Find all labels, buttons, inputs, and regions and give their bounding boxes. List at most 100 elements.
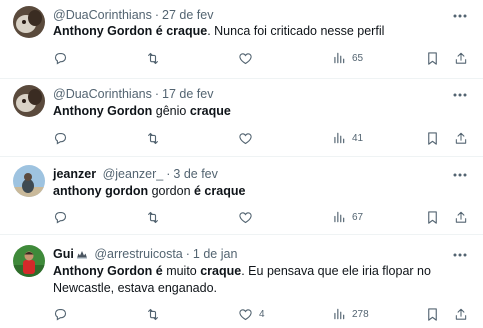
- date[interactable]: 3 de fev: [173, 167, 217, 181]
- separator: ·: [154, 87, 160, 101]
- bookmark-button[interactable]: [426, 50, 439, 66]
- handle[interactable]: @arrestruicosta: [94, 247, 182, 261]
- share-button[interactable]: [454, 50, 468, 66]
- tweet-actions: 67: [53, 209, 473, 225]
- display-name[interactable]: jeanzer: [53, 167, 96, 181]
- handle[interactable]: @jeanzer_: [103, 167, 164, 181]
- bookmark-icon: [428, 131, 437, 145]
- date[interactable]: 1 de jan: [193, 247, 237, 261]
- tweet-header: @DuaCorinthians · 17 de fev: [53, 87, 213, 101]
- like-button[interactable]: [238, 50, 259, 66]
- reply-button[interactable]: [53, 50, 68, 66]
- retweet-icon: [148, 132, 158, 144]
- avatar[interactable]: [13, 6, 45, 38]
- view-count: 65: [352, 52, 364, 64]
- share-icon: [455, 211, 467, 223]
- share-button[interactable]: [454, 130, 468, 146]
- highlight: é craque: [155, 24, 208, 38]
- text: gordon: [148, 184, 194, 198]
- heart-icon: [239, 308, 252, 320]
- tweet[interactable]: jeanzer @jeanzer_ · 3 de fev anthony gordo…: [0, 157, 483, 235]
- retweet-icon: [148, 211, 158, 223]
- reply-icon: [54, 211, 67, 223]
- views-button[interactable]: 278: [332, 306, 369, 322]
- share-button[interactable]: [454, 209, 468, 225]
- tweet[interactable]: @DuaCorinthians · 17 de fev Anthony Gordon…: [0, 79, 483, 157]
- views-chart-icon: [334, 308, 345, 320]
- avatar[interactable]: [13, 245, 45, 277]
- highlight: Anthony Gordon é: [53, 264, 163, 278]
- share-icon: [455, 52, 467, 64]
- highlight: Anthony Gordon: [53, 24, 153, 38]
- retweet-icon: [148, 308, 158, 320]
- views-chart-icon: [334, 52, 345, 64]
- views-chart-icon: [334, 132, 345, 144]
- more-dots-icon[interactable]: [453, 248, 467, 262]
- tweet-actions: 41: [53, 130, 473, 146]
- avatar[interactable]: [13, 165, 45, 197]
- highlight: Anthony Gordon: [53, 104, 153, 118]
- bookmark-button[interactable]: [426, 130, 439, 146]
- view-count: 41: [352, 132, 364, 144]
- reply-icon: [54, 132, 67, 144]
- bookmark-button[interactable]: [426, 306, 439, 322]
- date[interactable]: 27 de fev: [162, 8, 213, 22]
- retweet-button[interactable]: [145, 209, 161, 225]
- bookmark-icon: [428, 307, 437, 321]
- more-dots-icon[interactable]: [453, 9, 467, 23]
- display-name[interactable]: Gui: [53, 247, 88, 261]
- separator: ·: [154, 8, 160, 22]
- tweet-text: Anthony Gordon gênio craque: [53, 103, 463, 120]
- bookmark-button[interactable]: [426, 209, 439, 225]
- tweet-text: Anthony Gordon é muito craque. Eu pensav…: [53, 263, 463, 297]
- like-button[interactable]: 4: [238, 306, 265, 322]
- share-icon: [455, 308, 467, 320]
- text: muito: [162, 264, 201, 278]
- tweet-text: anthony gordon gordon é craque: [53, 183, 463, 200]
- highlight: craque: [189, 104, 231, 118]
- views-button[interactable]: 65: [332, 50, 363, 66]
- tweet-text: Anthony Gordon é craque. Nunca foi criti…: [53, 23, 463, 40]
- tweet-header: @DuaCorinthians · 27 de fev: [53, 8, 213, 22]
- tweet-header: Gui @arrestruicosta · 1 de jan: [53, 247, 237, 261]
- views-button[interactable]: 41: [332, 130, 363, 146]
- handle[interactable]: @DuaCorinthians: [53, 8, 152, 22]
- tweet[interactable]: Gui @arrestruicosta · 1 de jan Anthony Gor…: [0, 235, 483, 328]
- bookmark-icon: [428, 51, 437, 65]
- retweet-button[interactable]: [145, 130, 161, 146]
- views-button[interactable]: 67: [332, 209, 363, 225]
- like-count: 4: [259, 308, 265, 320]
- reply-button[interactable]: [53, 209, 68, 225]
- retweet-button[interactable]: [145, 306, 161, 322]
- emoji-icon: [76, 251, 87, 259]
- reply-button[interactable]: [53, 306, 68, 322]
- avatar[interactable]: [13, 85, 45, 117]
- tweet[interactable]: @DuaCorinthians · 27 de fev Anthony Gordon…: [0, 0, 483, 79]
- heart-icon: [239, 211, 252, 223]
- more-dots-icon[interactable]: [453, 168, 467, 182]
- tweet-feed: @DuaCorinthians · 27 de fev Anthony Gordon…: [0, 0, 483, 328]
- separator: ·: [185, 247, 190, 261]
- highlight: craque: [200, 264, 242, 278]
- separator: ·: [166, 167, 171, 181]
- tweet-header: jeanzer @jeanzer_ · 3 de fev: [53, 167, 218, 181]
- retweet-icon: [148, 52, 158, 64]
- handle[interactable]: @DuaCorinthians: [53, 87, 152, 101]
- views-chart-icon: [334, 211, 345, 223]
- reply-button[interactable]: [53, 130, 68, 146]
- heart-icon: [239, 132, 252, 144]
- text: gênio: [152, 104, 190, 118]
- like-button[interactable]: [238, 130, 259, 146]
- share-button[interactable]: [454, 306, 468, 322]
- heart-icon: [239, 52, 252, 64]
- text: . Nunca foi criticado nesse perfil: [207, 24, 385, 38]
- bookmark-icon: [428, 210, 437, 224]
- date[interactable]: 17 de fev: [162, 87, 213, 101]
- like-button[interactable]: [238, 209, 259, 225]
- tweet-actions: 4 278: [53, 306, 473, 322]
- more-dots-icon[interactable]: [453, 88, 467, 102]
- tweet-actions: 65: [53, 50, 473, 66]
- reply-icon: [54, 52, 67, 64]
- retweet-button[interactable]: [145, 50, 161, 66]
- highlight: é craque: [194, 184, 246, 198]
